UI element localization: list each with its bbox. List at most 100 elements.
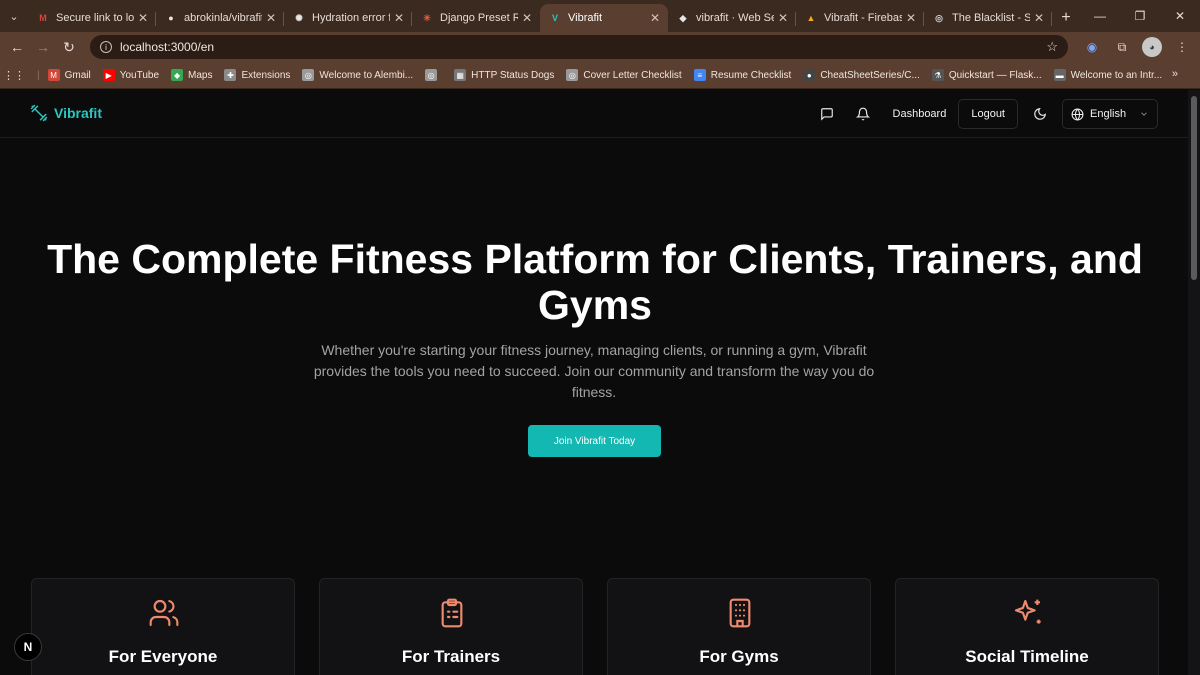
tab-title: vibrafit · Web Ser: [696, 12, 774, 24]
dumbbell-icon: [30, 104, 48, 122]
browser-tab[interactable]: V Vibrafit ✕: [540, 4, 668, 32]
tab-title: abrokinla/vibrafit_: [184, 12, 262, 24]
clipboard-icon: [441, 598, 463, 628]
asterisk-icon: ✳: [423, 12, 431, 23]
notifications-button[interactable]: [845, 99, 881, 129]
globe-icon: ◎: [302, 69, 315, 81]
tab-close-icon[interactable]: ✕: [522, 11, 532, 25]
bookmark-item[interactable]: ◎ Welcome to Alembi...: [302, 69, 413, 81]
browser-tab[interactable]: ▲ Vibrafit - Firebase ✕: [796, 4, 924, 32]
tab-title: Hydration error fix: [312, 12, 390, 24]
browser-tab[interactable]: ✳ Django Preset Ro ✕: [412, 4, 540, 32]
bookmark-item[interactable]: ▦ HTTP Status Dogs: [454, 69, 554, 81]
bookmark-label: Cover Letter Checklist: [583, 69, 682, 81]
message-square-icon: [820, 108, 833, 121]
apps-grid-icon[interactable]: ⋮⋮: [3, 69, 25, 82]
tab-close-icon[interactable]: ✕: [138, 11, 148, 25]
gmail-icon: M: [47, 69, 60, 81]
github-icon: ●: [168, 13, 174, 23]
bookmark-item[interactable]: ◎: [425, 69, 442, 81]
theme-toggle-button[interactable]: [1022, 99, 1058, 129]
puzzle-icon: ✚: [224, 69, 237, 81]
logout-button[interactable]: Logout: [958, 99, 1018, 129]
maps-icon: ◆: [171, 69, 184, 81]
browser-tab[interactable]: M Secure link to log ✕: [28, 4, 156, 32]
tab-close-icon[interactable]: ✕: [394, 11, 404, 25]
tab-close-icon[interactable]: ✕: [266, 11, 276, 25]
site-info-icon[interactable]: i: [100, 41, 112, 53]
language-select[interactable]: English: [1062, 99, 1158, 129]
page-viewport: Vibrafit Dashboard Logout English The Co…: [0, 90, 1200, 675]
render-icon: ◆: [679, 12, 687, 23]
nextjs-dev-badge[interactable]: N: [14, 633, 42, 661]
bookmark-item[interactable]: ≡ Resume Checklist: [693, 69, 791, 81]
bookmark-label: Quickstart — Flask...: [948, 69, 1042, 81]
url-text: localhost:3000/en: [120, 40, 215, 54]
bookmark-item[interactable]: ◎ Cover Letter Checklist: [566, 69, 682, 81]
feature-card-gyms: For Gyms: [607, 578, 871, 675]
lens-icon[interactable]: ◉: [1082, 37, 1102, 57]
tab-title: Django Preset Ro: [440, 12, 518, 24]
globe-icon: [1071, 108, 1084, 120]
tab-search-chevron-icon[interactable]: ⌄: [0, 0, 28, 32]
feature-title: For Everyone: [108, 647, 218, 666]
language-value: English: [1090, 108, 1127, 120]
menu-kebab-icon[interactable]: ⋮: [1172, 37, 1192, 57]
youtube-icon: ▶: [102, 69, 115, 81]
feature-title: For Gyms: [699, 647, 779, 666]
browser-tab[interactable]: ◎ The Blacklist - Sea ✕: [924, 4, 1052, 32]
docs-icon: ≡: [693, 69, 706, 81]
profile-avatar[interactable]: ◕: [1142, 37, 1162, 57]
bookmark-label: Maps: [188, 69, 213, 81]
chevron-down-icon: [1141, 112, 1147, 116]
browser-tab-strip: ⌄ M Secure link to log ✕ ● abrokinla/vibrafi…: [0, 0, 1200, 32]
new-tab-button[interactable]: +: [1052, 4, 1080, 32]
bookmarks-overflow-icon[interactable]: »: [1172, 68, 1178, 80]
join-cta-button[interactable]: Join Vibrafit Today: [528, 425, 661, 457]
feature-card-everyone: For Everyone: [31, 578, 295, 675]
bookmark-star-icon[interactable]: ☆: [1046, 39, 1058, 55]
page-scrollbar[interactable]: [1188, 90, 1200, 675]
bookmark-divider: |: [37, 69, 40, 81]
tab-close-icon[interactable]: ✕: [1034, 11, 1044, 25]
tab-close-icon[interactable]: ✕: [650, 11, 660, 25]
bookmark-item[interactable]: ◆ Maps: [171, 69, 212, 81]
restore-icon[interactable]: ❐: [1120, 0, 1160, 32]
browser-tab[interactable]: ✺ Hydration error fix ✕: [284, 4, 412, 32]
brand-logo[interactable]: Vibrafit: [30, 104, 102, 122]
bookmark-item[interactable]: M Gmail: [47, 69, 91, 81]
messages-button[interactable]: [809, 99, 845, 129]
dashboard-link[interactable]: Dashboard: [881, 99, 959, 129]
feature-card-social: Social Timeline: [895, 578, 1159, 675]
extensions-icon[interactable]: ⧉: [1112, 37, 1132, 57]
terminal-icon: ▬: [1053, 69, 1066, 81]
bookmark-item[interactable]: ● CheatSheetSeries/C...: [803, 69, 920, 81]
tab-close-icon[interactable]: ✕: [778, 11, 788, 25]
reload-icon[interactable]: ↻: [56, 39, 82, 56]
address-bar[interactable]: i localhost:3000/en ☆: [90, 35, 1068, 59]
bookmark-item[interactable]: ▬ Welcome to an Intr...: [1053, 69, 1163, 81]
firebase-icon: ▲: [806, 13, 816, 23]
bookmark-item[interactable]: ▶ YouTube: [102, 69, 159, 81]
vibrafit-icon: V: [551, 13, 558, 23]
brand-name: Vibrafit: [54, 105, 102, 121]
bookmark-item[interactable]: ⚗ Quickstart — Flask...: [931, 69, 1042, 81]
back-icon[interactable]: ←: [4, 39, 30, 55]
browser-tab[interactable]: ◆ vibrafit · Web Ser ✕: [668, 4, 796, 32]
forward-icon[interactable]: →: [30, 39, 56, 55]
bell-icon: [855, 107, 870, 121]
globe-icon: ◎: [566, 69, 579, 81]
feature-title: For Trainers: [401, 647, 501, 666]
bookmark-label: Welcome to an Intr...: [1070, 69, 1163, 81]
bookmark-item[interactable]: ✚ Extensions: [224, 69, 290, 81]
minimize-icon[interactable]: —: [1080, 0, 1120, 32]
tab-title: The Blacklist - Sea: [952, 12, 1030, 24]
bookmark-label: Welcome to Alembi...: [319, 69, 414, 81]
tab-close-icon[interactable]: ✕: [906, 11, 916, 25]
scrollbar-thumb[interactable]: [1191, 96, 1197, 280]
tab-title: Vibrafit: [568, 12, 603, 24]
users-icon: [149, 599, 179, 627]
tab-separator: [1051, 12, 1052, 26]
close-window-icon[interactable]: ✕: [1160, 0, 1200, 32]
browser-tab[interactable]: ● abrokinla/vibrafit_ ✕: [156, 4, 284, 32]
